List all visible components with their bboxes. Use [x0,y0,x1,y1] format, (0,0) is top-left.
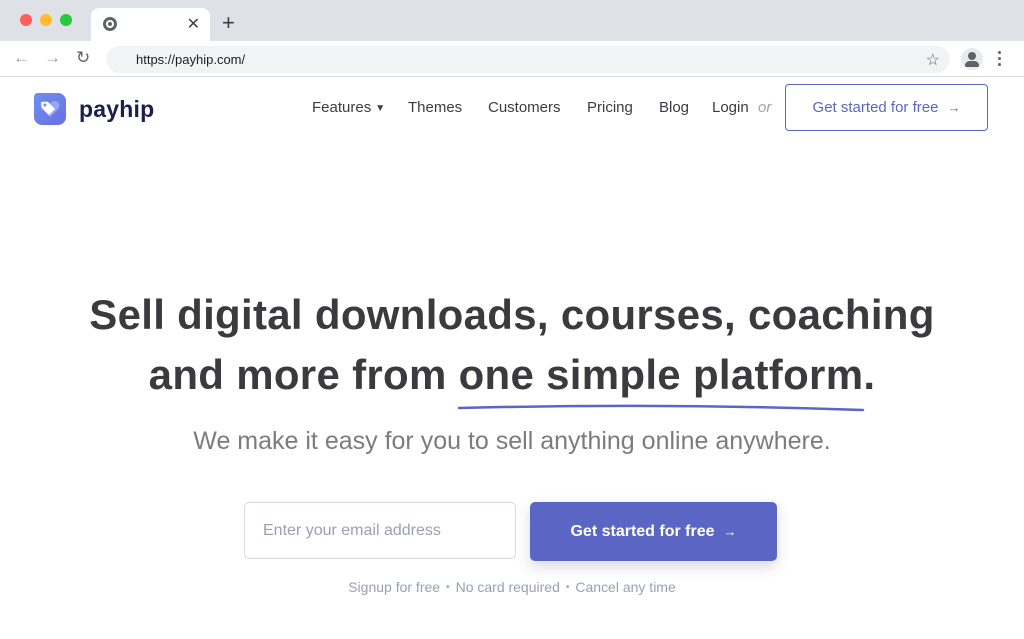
nav-pricing[interactable]: Pricing [587,99,633,116]
arrow-right-icon[interactable]: → [44,48,61,68]
bullet-separator: • [446,582,450,593]
hero-title-line2: and more from one simple platform. [0,345,1024,412]
close-window-button[interactable] [20,14,32,26]
kebab-menu-icon[interactable] [998,51,1002,69]
chrome-favicon-icon [103,17,117,31]
address-bar[interactable]: https://payhip.com/ ☆ [106,46,950,73]
nav-features[interactable]: Features ▼ [312,99,385,116]
minimize-window-button[interactable] [40,14,52,26]
nav-features-label: Features [312,99,372,116]
bullet-separator: • [565,582,570,593]
hero-title-prefix: and more from [148,351,459,398]
maximize-window-button[interactable] [60,14,72,26]
hero-get-started-button[interactable]: Get started for free → [530,502,777,561]
browser-tab[interactable]: ✕ [91,8,210,41]
hero-subtitle: We make it easy for you to sell anything… [193,427,831,455]
price-tag-heart-icon [34,93,66,125]
fineprint-item: Cancel any time [575,579,676,595]
page-content: payhip Features ▼ Themes Customers Pricin… [0,77,1024,639]
profile-icon[interactable] [961,48,983,70]
nav-blog[interactable]: Blog [659,99,689,116]
logo-text: payhip [79,95,155,122]
hero-title-suffix: . [863,351,876,398]
url-text[interactable]: https://payhip.com/ [136,52,245,67]
email-input[interactable] [244,502,516,559]
tab-strip: ✕ + [0,0,1024,41]
reload-icon[interactable]: ↻ [76,48,90,68]
plus-icon[interactable]: + [222,10,235,36]
close-icon[interactable]: ✕ [187,14,200,34]
arrow-right-icon: → [723,524,737,539]
header-cta-label: Get started for free [812,99,939,116]
fineprint-item: No card required [455,579,560,595]
nav-login[interactable]: Login [712,99,749,116]
arrow-right-icon: → [947,100,961,115]
arrow-left-icon[interactable]: ← [13,48,30,68]
hero-title-line1: Sell digital downloads, courses, coachin… [89,291,935,338]
chevron-down-icon: ▼ [375,103,386,114]
fineprint: Signup for free • No card required • Cancel … [0,579,1024,595]
logo[interactable]: payhip [34,93,154,125]
header-get-started-button[interactable]: Get started for free → [785,84,988,131]
nav-customers[interactable]: Customers [488,99,561,116]
underline-stroke [457,404,864,412]
browser-toolbar: ← → ↻ https://payhip.com/ ☆ [0,41,1024,77]
hero-title-highlight: one simple platform [457,345,864,412]
browser-window: ✕ + ← → ↻ https://payhip.com/ ☆ payhip F… [0,0,1024,639]
nav-themes[interactable]: Themes [408,99,462,116]
fineprint-item: Signup for free [348,579,441,595]
hero-cta-label: Get started for free [570,522,715,540]
or-separator: or [758,99,772,116]
star-icon[interactable]: ☆ [926,50,940,70]
